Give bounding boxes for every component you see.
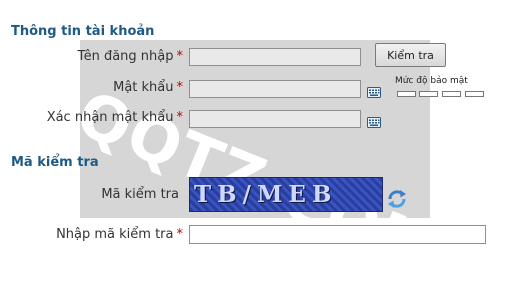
refresh-icon[interactable] [386,188,408,210]
username-label-row: Tên đăng nhập * [77,49,183,64]
strength-segment [465,91,484,97]
required-mark: * [176,80,184,95]
strength-label: Mức độ bảo mật [395,76,468,86]
username-input[interactable] [189,48,361,66]
virtual-keyboard-icon[interactable] [367,87,381,98]
password-label: Mật khẩu [113,80,174,95]
confirm-password-label: Xác nhận mật khẩu [46,110,174,125]
account-section-title: Thông tin tài khoản [11,24,155,39]
captcha-input[interactable] [189,225,486,244]
confirm-password-input[interactable] [189,110,361,128]
strength-segment [397,91,416,97]
captcha-image: TB/MEB [189,177,383,212]
username-label: Tên đăng nhập [77,49,174,64]
virtual-keyboard-icon[interactable] [367,117,381,128]
captcha-label: Mã kiểm tra [101,187,179,202]
strength-segment [442,91,461,97]
captcha-section-title: Mã kiểm tra [11,155,99,170]
check-username-button[interactable]: Kiểm tra [375,43,446,67]
captcha-input-label-row: Nhập mã kiểm tra * [56,227,183,242]
captcha-text: TB/MEB [194,181,338,208]
required-mark: * [176,227,184,242]
required-mark: * [176,49,184,64]
required-mark: * [176,110,184,125]
captcha-input-label: Nhập mã kiểm tra [56,227,174,242]
password-label-row: Mật khẩu * [113,80,183,95]
strength-segment [419,91,438,97]
password-input[interactable] [189,80,361,98]
confirm-label-row: Xác nhận mật khẩu * [47,110,183,125]
